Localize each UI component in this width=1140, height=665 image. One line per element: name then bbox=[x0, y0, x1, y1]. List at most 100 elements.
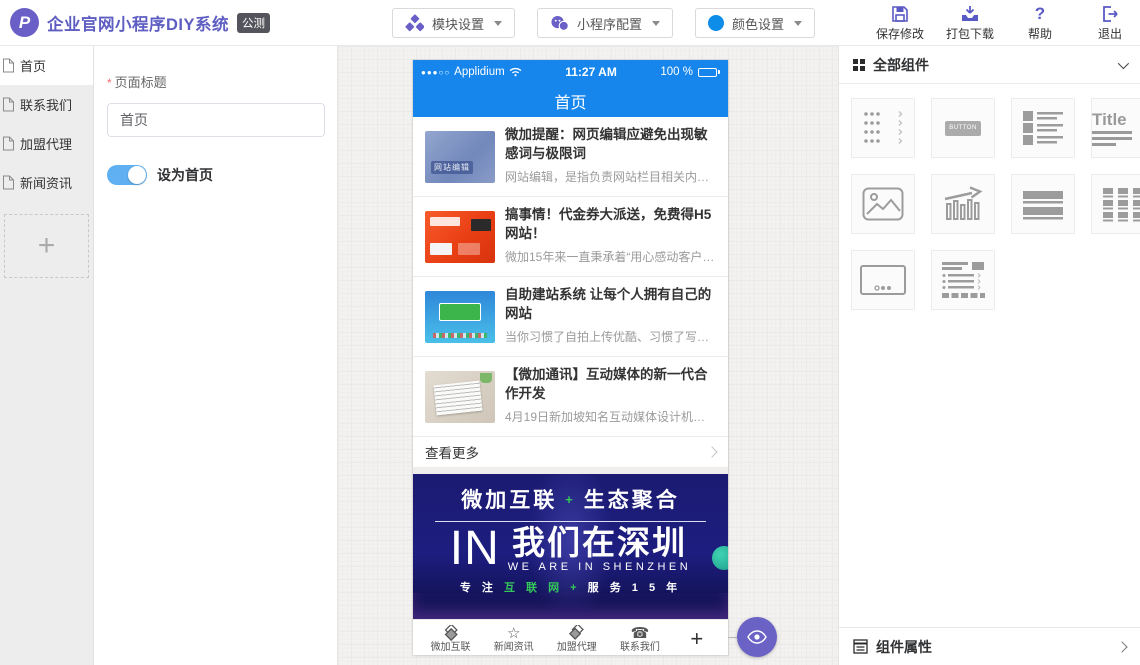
section-gap bbox=[413, 467, 728, 474]
set-home-toggle[interactable] bbox=[107, 165, 147, 185]
phone-tab-bar: 微加互联 ☆ 新闻资讯 加盟代理 ☎ 联系我们 + bbox=[413, 619, 728, 655]
page-doc-icon bbox=[2, 136, 15, 151]
dropdown-caret-icon bbox=[494, 21, 502, 26]
carrier-label: Applidium bbox=[454, 66, 505, 78]
component-rows[interactable] bbox=[1011, 174, 1075, 234]
editor-canvas: ●●●○○ Applidium 11:27 AM 100 % 首页 网站编辑 bbox=[338, 46, 838, 665]
add-page-button[interactable]: + bbox=[4, 214, 89, 278]
star-icon: ☆ bbox=[507, 625, 520, 642]
banner-cn-text: 我们在深圳 bbox=[512, 526, 687, 560]
sidebar-item-label: 加盟代理 bbox=[20, 134, 72, 153]
exit-label: 退出 bbox=[1098, 25, 1122, 42]
banner-slogan: 生态聚合 bbox=[584, 484, 680, 514]
miniapp-config-button[interactable]: 小程序配置 bbox=[537, 8, 673, 38]
news-title: 搞事情！代金券大派送，免费得H5网站！ bbox=[505, 206, 716, 244]
preview-eye-button[interactable] bbox=[737, 617, 777, 657]
eye-icon bbox=[747, 630, 767, 644]
component-library-grid: BUTTON Title bbox=[839, 84, 1140, 310]
news-title: 自助建站系统 让每个人拥有自己的网站 bbox=[505, 286, 716, 324]
save-label: 保存修改 bbox=[876, 25, 924, 42]
beta-badge: 公测 bbox=[237, 13, 270, 33]
component-properties-bar[interactable]: 组件属性 bbox=[839, 627, 1140, 665]
module-settings-button[interactable]: 模块设置 bbox=[392, 8, 515, 38]
wifi-icon bbox=[509, 67, 522, 77]
color-settings-button[interactable]: 颜色设置 bbox=[695, 8, 815, 38]
battery-icon bbox=[698, 68, 720, 77]
sidebar-item-news[interactable]: 新闻资讯 bbox=[0, 163, 93, 202]
help-button[interactable]: ? 帮助 bbox=[1012, 4, 1068, 42]
pages-sidebar: 首页 联系我们 加盟代理 新闻资讯 + bbox=[0, 46, 94, 665]
miniapp-config-label: 小程序配置 bbox=[577, 14, 642, 33]
tab-contact[interactable]: ☎ 联系我们 bbox=[608, 625, 671, 653]
exit-button[interactable]: 退出 bbox=[1082, 4, 1138, 42]
banner-image-component[interactable]: 微加互联 + 生态聚合 IN 我们在深圳 WE ARE IN SHENZHEN … bbox=[413, 474, 728, 619]
sidebar-item-label: 首页 bbox=[20, 56, 46, 75]
news-item[interactable]: 自助建站系统 让每个人拥有自己的网站 当你习惯了自拍上传优酷、习惯了写点小… bbox=[413, 277, 728, 357]
component-menu-list[interactable] bbox=[851, 98, 915, 158]
phone-page-title: 首页 bbox=[554, 89, 586, 113]
battery-percent: 100 % bbox=[660, 66, 693, 78]
double-diamond-icon bbox=[568, 625, 586, 642]
tab-news[interactable]: ☆ 新闻资讯 bbox=[482, 625, 545, 653]
news-thumbnail bbox=[425, 291, 495, 343]
set-home-row: 设为首页 bbox=[107, 165, 337, 185]
component-title[interactable]: Title bbox=[1091, 98, 1140, 158]
properties-list-icon bbox=[853, 639, 868, 654]
tab-home[interactable]: 微加互联 bbox=[419, 625, 482, 653]
add-tab-button[interactable]: + bbox=[672, 626, 723, 652]
phone-preview: ●●●○○ Applidium 11:27 AM 100 % 首页 网站编辑 bbox=[413, 60, 728, 655]
dropdown-caret-icon bbox=[794, 21, 802, 26]
thumbnail-label: 网站编辑 bbox=[431, 161, 473, 174]
news-desc: 网站编辑，是指负责网站栏目相关内容的… bbox=[505, 168, 716, 185]
save-floppy-icon bbox=[890, 4, 910, 24]
tab-label: 加盟代理 bbox=[557, 642, 597, 653]
package-download-button[interactable]: 打包下载 bbox=[942, 4, 998, 42]
help-label: 帮助 bbox=[1028, 25, 1052, 42]
collapse-chevron-icon[interactable] bbox=[1118, 57, 1129, 68]
sidebar-item-agency[interactable]: 加盟代理 bbox=[0, 124, 93, 163]
news-desc: 微加15年来一直秉承着“用心感动客户！”的… bbox=[505, 248, 716, 265]
news-item[interactable]: 【微加通讯】互动媒体的新一代合作开发 4月19日新加坡知名互动媒体设计机构Pin… bbox=[413, 357, 728, 437]
signal-dots-icon: ●●●○○ bbox=[421, 68, 450, 77]
view-more-row[interactable]: 查看更多 bbox=[413, 437, 728, 467]
tab-agency[interactable]: 加盟代理 bbox=[545, 625, 608, 653]
component-image[interactable] bbox=[851, 174, 915, 234]
page-doc-icon bbox=[2, 175, 15, 190]
save-button[interactable]: 保存修改 bbox=[872, 4, 928, 42]
set-home-label: 设为首页 bbox=[157, 165, 213, 185]
plus-icon: + bbox=[690, 626, 703, 651]
news-list-component: 网站编辑 微加提醒：网页编辑应避免出现敏感词与极限词 网站编辑，是指负责网站栏目… bbox=[413, 117, 728, 467]
button-shape: BUTTON bbox=[945, 121, 981, 136]
banner-plus-icon: + bbox=[565, 492, 576, 507]
news-thumbnail bbox=[425, 211, 495, 263]
news-title: 微加提醒：网页编辑应避免出现敏感词与极限词 bbox=[505, 126, 716, 164]
page-title-input[interactable] bbox=[107, 103, 325, 137]
sidebar-item-contact[interactable]: 联系我们 bbox=[0, 85, 93, 124]
news-thumbnail bbox=[425, 371, 495, 423]
component-rich-page[interactable] bbox=[931, 250, 995, 310]
component-button[interactable]: BUTTON bbox=[931, 98, 995, 158]
news-item[interactable]: 搞事情！代金券大派送，免费得H5网站！ 微加15年来一直秉承着“用心感动客户！”… bbox=[413, 197, 728, 277]
chevron-right-icon bbox=[706, 446, 717, 457]
news-desc: 当你习惯了自拍上传优酷、习惯了写点小… bbox=[505, 328, 716, 345]
top-toolbar: P 企业官网小程序DIY系统 公测 模块设置 bbox=[0, 0, 1140, 46]
toggle-knob bbox=[128, 166, 146, 184]
download-icon bbox=[960, 4, 980, 24]
toolbar-actions-group: 保存修改 打包下载 ? 帮助 退出 bbox=[872, 4, 1138, 42]
toolbar-settings-group: 模块设置 小程序配置 颜色设置 bbox=[392, 8, 815, 38]
page-properties-panel: *页面标题 设为首页 bbox=[94, 46, 338, 665]
banner-en-text: WE ARE IN SHENZHEN bbox=[508, 561, 691, 573]
tab-label: 微加互联 bbox=[431, 642, 471, 653]
component-carousel[interactable] bbox=[851, 250, 915, 310]
phone-nav-bar: 首页 bbox=[413, 84, 728, 117]
sidebar-item-home[interactable]: 首页 bbox=[0, 46, 93, 85]
news-item[interactable]: 网站编辑 微加提醒：网页编辑应避免出现敏感词与极限词 网站编辑，是指负责网站栏目… bbox=[413, 117, 728, 197]
component-image-text-list[interactable] bbox=[1011, 98, 1075, 158]
app-brand: P 企业官网小程序DIY系统 公测 bbox=[10, 8, 270, 37]
component-grid-gallery[interactable] bbox=[1091, 174, 1140, 234]
components-panel-title: 全部组件 bbox=[873, 55, 929, 75]
exit-icon bbox=[1100, 4, 1120, 24]
component-trend-marquee[interactable] bbox=[931, 174, 995, 234]
package-download-label: 打包下载 bbox=[946, 25, 994, 42]
components-panel-header: 全部组件 bbox=[839, 46, 1140, 84]
